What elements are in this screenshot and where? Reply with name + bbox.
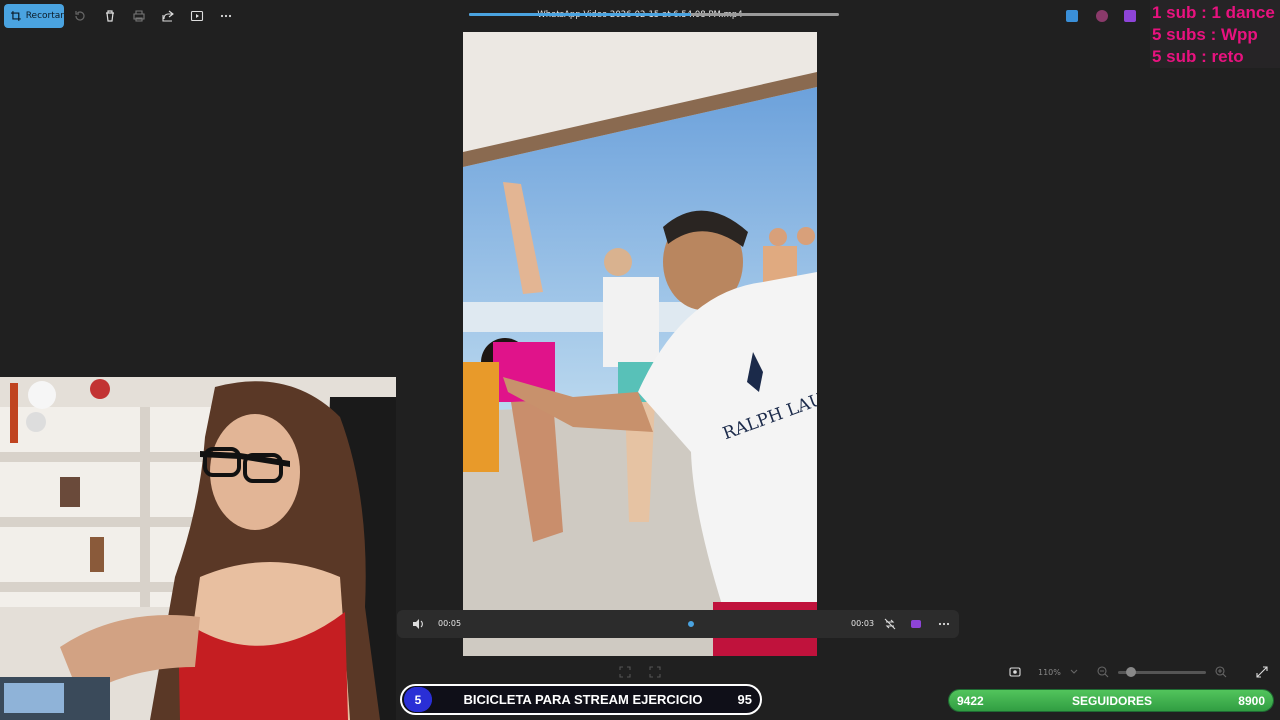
followers-target: 8900 (1238, 694, 1265, 708)
rotate-icon[interactable] (72, 8, 88, 24)
screenshot-icon[interactable] (1008, 665, 1022, 679)
tray-app-icon[interactable] (1096, 10, 1108, 22)
seek-bar[interactable] (469, 13, 839, 16)
player-controls: 00:05 00:03 (397, 610, 959, 638)
rule-line: 5 sub : reto (1152, 47, 1244, 66)
top-toolbar: Recortar WhatsApp Video 2026-02-15 at 6.… (0, 0, 1280, 32)
zoom-level[interactable]: 110% (1038, 668, 1061, 677)
delete-icon[interactable] (102, 8, 118, 24)
volume-icon[interactable] (411, 617, 425, 631)
followers-goal-bar: 9422 SEGUIDORES 8900 (948, 689, 1274, 712)
stream-rules-overlay: 1 sub : 1 dance 5 subs : Wpp 5 sub : ret… (1150, 0, 1280, 68)
webcam-overlay (0, 377, 396, 720)
crop-icon (10, 11, 21, 21)
actual-size-icon[interactable] (648, 665, 662, 679)
seek-bar-progress (469, 13, 691, 16)
zoom-out-icon[interactable] (1096, 665, 1110, 679)
zoom-in-icon[interactable] (1214, 665, 1228, 679)
fit-icon[interactable] (618, 665, 632, 679)
print-icon[interactable] (131, 8, 147, 24)
rule-line: 5 subs : Wpp (1152, 25, 1258, 44)
followers-label: SEGUIDORES (1071, 694, 1152, 708)
tray-app-icon[interactable] (1066, 10, 1078, 22)
crop-button-label: Recortar (25, 11, 64, 21)
chevron-down-icon[interactable] (1069, 667, 1079, 677)
seek-bar-thumb[interactable] (686, 619, 696, 629)
share-icon[interactable] (160, 8, 176, 24)
goal-label: BICICLETA PARA STREAM EJERCICIO (463, 692, 703, 707)
screen: Recortar WhatsApp Video 2026-02-15 at 6.… (0, 0, 1280, 720)
crop-button[interactable]: Recortar (4, 4, 64, 28)
goal-target: 95 (737, 692, 752, 707)
slideshow-icon[interactable] (189, 8, 205, 24)
rule-line: 1 sub : 1 dance (1152, 3, 1275, 22)
fullscreen-icon[interactable] (1255, 665, 1269, 679)
tray-app-icon[interactable] (1124, 10, 1136, 22)
clipchamp-icon[interactable] (909, 617, 923, 631)
video-frame[interactable]: RALPH LAUREN (463, 32, 817, 656)
more-options-icon[interactable] (937, 617, 951, 631)
repeat-off-icon[interactable] (883, 617, 897, 631)
more-options-icon[interactable] (218, 8, 234, 24)
subscriber-goal-bar: 5 BICICLETA PARA STREAM EJERCICIO 95 (400, 684, 762, 715)
remaining-time: 00:03 (851, 619, 875, 628)
elapsed-time: 00:05 (438, 619, 462, 628)
